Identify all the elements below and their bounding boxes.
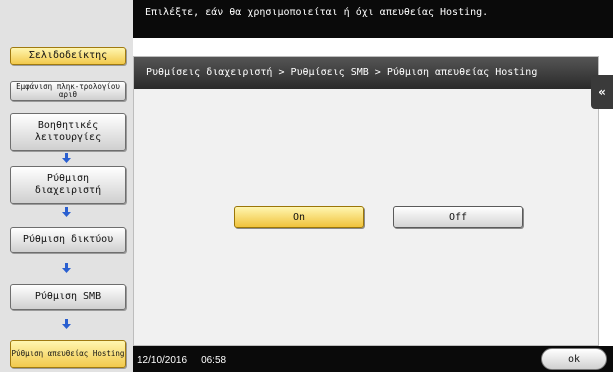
step-direct-hosting-button[interactable]: Ρύθμιση απευθείας Hosting — [10, 340, 126, 368]
off-label: Off — [448, 211, 468, 223]
down-arrow-icon — [62, 263, 71, 273]
on-label: On — [292, 211, 306, 223]
keypad-button[interactable]: Εμφάνιση πληκ-τρολογίου αριθ — [10, 81, 126, 101]
instruction-text: Επιλέξτε, εάν θα χρησιμοποιείται ή όχι α… — [145, 7, 489, 18]
bookmark-label: Σελιδοδείκτης — [28, 50, 108, 61]
datetime: 12/10/2016 06:58 — [137, 355, 226, 366]
side-panel-toggle[interactable]: « — [591, 75, 613, 109]
keypad-label: Εμφάνιση πληκ-τρολογίου αριθ — [16, 82, 120, 99]
down-arrow-icon — [62, 207, 71, 217]
step-utility-button[interactable]: Βοηθητικές λειτουργίες — [10, 113, 126, 151]
double-chevron-left-icon: « — [598, 85, 606, 99]
time-text: 06:58 — [201, 355, 227, 366]
step-admin-button[interactable]: Ρύθμιση διαχειριστή — [10, 166, 126, 204]
instruction-bar: Επιλέξτε, εάν θα χρησιμοποιείται ή όχι α… — [133, 0, 613, 38]
step-network-button[interactable]: Ρύθμιση δικτύου — [10, 227, 126, 253]
down-arrow-icon — [62, 319, 71, 329]
breadcrumb: Ρυθμίσεις διαχειριστή > Ρυθμίσεις SMB > … — [134, 57, 598, 89]
off-button[interactable]: Off — [393, 206, 523, 228]
bookmark-button[interactable]: Σελιδοδείκτης — [10, 47, 126, 65]
on-button[interactable]: On — [234, 206, 364, 228]
date-text: 12/10/2016 — [137, 355, 188, 366]
settings-panel: Ρυθμίσεις διαχειριστή > Ρυθμίσεις SMB > … — [133, 56, 599, 346]
step-smb-label: Ρύθμιση SMB — [34, 291, 102, 302]
breadcrumb-text: Ρυθμίσεις διαχειριστή > Ρυθμίσεις SMB > … — [146, 67, 538, 78]
step-utility-label: Βοηθητικές λειτουργίες — [34, 120, 102, 143]
step-smb-button[interactable]: Ρύθμιση SMB — [10, 284, 126, 310]
ok-button[interactable]: ok — [541, 348, 607, 370]
down-arrow-icon — [62, 153, 71, 163]
step-direct-hosting-label: Ρύθμιση απευθείας Hosting — [11, 349, 125, 358]
left-sidebar: Σελιδοδείκτης Εμφάνιση πληκ-τρολογίου αρ… — [0, 0, 133, 372]
step-admin-label: Ρύθμιση διαχειριστή — [34, 173, 102, 196]
ok-label: ok — [567, 353, 581, 365]
step-network-label: Ρύθμιση δικτύου — [22, 234, 114, 245]
